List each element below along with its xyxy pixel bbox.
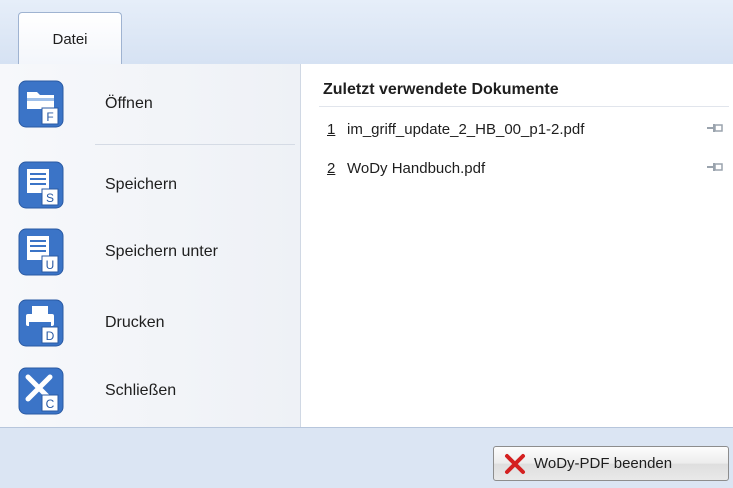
save-as-badge: U xyxy=(46,258,55,272)
recent-documents-pane: Zuletzt verwendete Dokumente 1 im_griff_… xyxy=(301,64,733,427)
close-command[interactable]: C Schließen xyxy=(0,358,298,424)
recent-item-name: WoDy Handbuch.pdf xyxy=(347,159,486,177)
print-badge: D xyxy=(46,329,55,343)
recent-item-number: 1 xyxy=(327,120,336,138)
recent-separator xyxy=(319,106,729,107)
close-badge: C xyxy=(46,397,55,411)
pin-icon[interactable] xyxy=(707,161,723,173)
exit-app-label: WoDy-PDF beenden xyxy=(534,455,673,472)
pin-icon[interactable] xyxy=(707,122,723,134)
save-as-label: Speichern unter xyxy=(105,243,218,260)
open-command[interactable]: F Öffnen xyxy=(0,71,298,137)
save-icon: S xyxy=(18,161,64,209)
recent-item[interactable]: 1 im_griff_update_2_HB_00_p1-2.pdf xyxy=(319,115,729,143)
recent-item-number: 2 xyxy=(327,159,336,177)
command-separator xyxy=(95,144,295,145)
open-label: Öffnen xyxy=(105,95,153,112)
tab-datei-label: Datei xyxy=(52,30,88,48)
save-as-command[interactable]: U Speichern unter xyxy=(0,219,298,285)
close-document-icon: C xyxy=(18,367,64,415)
command-pane: F Öffnen S Speichern U Speichern unter D… xyxy=(0,64,301,427)
print-label: Drucken xyxy=(105,314,165,331)
save-label: Speichern xyxy=(105,176,178,193)
red-x-icon xyxy=(505,453,525,474)
save-badge: S xyxy=(46,191,54,205)
ribbon-tab-strip: Datei xyxy=(0,0,733,65)
print-command[interactable]: D Drucken xyxy=(0,290,298,356)
close-label: Schließen xyxy=(105,382,177,399)
open-badge: F xyxy=(46,110,53,124)
backstage-footer: WoDy-PDF beenden xyxy=(0,428,733,488)
exit-app-button[interactable]: WoDy-PDF beenden xyxy=(493,446,729,481)
folder-open-icon: F xyxy=(18,80,64,128)
recent-item-name: im_griff_update_2_HB_00_p1-2.pdf xyxy=(347,120,585,138)
recent-documents-title: Zuletzt verwendete Dokumente xyxy=(323,81,559,98)
printer-icon: D xyxy=(18,299,64,347)
save-as-icon: U xyxy=(18,228,64,276)
save-command[interactable]: S Speichern xyxy=(0,152,298,218)
backstage-main: F Öffnen S Speichern U Speichern unter D… xyxy=(0,64,733,428)
tab-datei[interactable]: Datei xyxy=(18,12,122,65)
recent-item[interactable]: 2 WoDy Handbuch.pdf xyxy=(319,154,729,182)
